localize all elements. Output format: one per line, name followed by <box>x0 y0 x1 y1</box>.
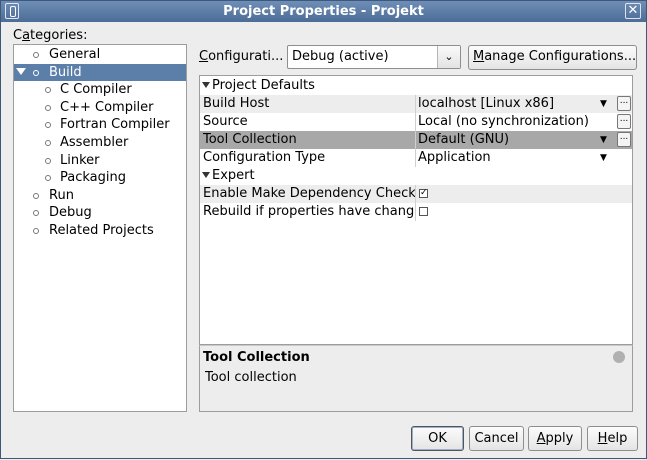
ellipsis-button[interactable]: ... <box>617 96 631 111</box>
configuration-label: Configurati... <box>199 49 284 64</box>
property-name: Rebuild if properties have changed <box>203 204 415 219</box>
tree-node-icon <box>45 104 51 111</box>
chevron-down-icon[interactable]: ⌄ <box>437 46 460 68</box>
categories-label: Categories: <box>13 28 88 43</box>
tree-item-packaging[interactable]: Packaging <box>14 169 186 186</box>
tree-item-label: Debug <box>49 205 92 221</box>
property-name: Enable Make Dependency Checking <box>203 186 415 201</box>
column-divider <box>415 131 416 149</box>
collapse-triangle-icon[interactable] <box>202 172 210 178</box>
tree-item-label: Packaging <box>60 170 126 186</box>
tree-node-icon <box>33 210 39 217</box>
tree-item-assembler[interactable]: Assembler <box>14 134 186 151</box>
ellipsis-button[interactable]: ... <box>617 114 631 129</box>
ok-button[interactable]: OK <box>411 426 464 451</box>
property-row-enable-make-dependency-checking[interactable]: Enable Make Dependency Checking ✓ <box>200 185 632 203</box>
property-value[interactable]: Application <box>418 149 491 167</box>
dialog-body: Categories: General Build C Compiler C++ Co… <box>0 22 647 459</box>
configuration-select[interactable]: Debug (active) ⌄ <box>287 45 461 69</box>
tree-node-icon <box>45 157 51 164</box>
tree-item-label: C Compiler <box>60 82 132 98</box>
section-title: Expert <box>212 168 255 183</box>
manage-configurations-button[interactable]: Manage Configurations... <box>468 45 637 70</box>
configuration-value: Debug (active) <box>292 49 389 64</box>
property-name: Build Host <box>203 96 270 111</box>
description-panel: Tool Collection Tool collection <box>199 345 633 412</box>
tree-item-fortran-compiler[interactable]: Fortran Compiler <box>14 116 186 133</box>
apply-button[interactable]: Apply <box>528 426 582 451</box>
tree-item-label: C++ Compiler <box>60 99 154 115</box>
property-row-rebuild-if-properties-have-changed[interactable]: Rebuild if properties have changed <box>200 203 632 221</box>
ellipsis-button[interactable]: ... <box>617 132 631 147</box>
property-row-source[interactable]: Source Local (no synchronization)... <box>200 113 632 131</box>
tree-item-label: Fortran Compiler <box>60 117 170 133</box>
tree-item-label: Assembler <box>60 135 129 150</box>
tree-item-label: Linker <box>60 152 100 168</box>
tree-item-related-projects[interactable]: Related Projects <box>14 222 186 239</box>
tree-node-icon <box>33 228 39 234</box>
tree-node-icon <box>33 69 39 76</box>
property-name: Tool Collection <box>203 132 297 147</box>
tree-node-icon <box>45 122 51 129</box>
tree-item-linker[interactable]: Linker <box>14 152 186 169</box>
help-icon[interactable] <box>613 351 625 363</box>
column-divider <box>415 113 416 131</box>
property-row-build-host[interactable]: Build Host localhost [Linux x86] ▼... <box>200 95 632 113</box>
property-value[interactable]: Local (no synchronization) <box>418 113 589 131</box>
tree-item-label: Build <box>49 64 82 80</box>
property-name: Configuration Type <box>203 150 326 165</box>
column-divider <box>415 185 416 203</box>
tree-node-icon <box>33 52 39 58</box>
tree-node-icon <box>45 140 51 146</box>
column-divider <box>415 203 416 221</box>
section-header-project-defaults[interactable]: Project Defaults <box>200 77 632 95</box>
tree-item-c-compiler[interactable]: C++ Compiler <box>14 99 186 116</box>
description-text: Tool collection <box>205 370 297 385</box>
property-sheet[interactable]: Project Defaults Build Host localhost [Lin… <box>199 75 633 345</box>
tree-node-icon <box>45 87 51 94</box>
dropdown-arrow-icon[interactable]: ▼ <box>600 95 607 113</box>
cancel-button[interactable]: Cancel <box>469 426 524 451</box>
description-title: Tool Collection <box>203 350 310 365</box>
tree-item-general[interactable]: General <box>14 46 186 63</box>
column-divider <box>415 95 416 113</box>
categories-tree[interactable]: General Build C Compiler C++ Compiler Fortra… <box>13 44 187 412</box>
tree-node-icon <box>33 192 39 199</box>
help-button[interactable]: Help <box>587 426 638 451</box>
dropdown-arrow-icon[interactable]: ▼ <box>600 131 607 149</box>
window-title: Project Properties - Projekt <box>223 4 424 19</box>
tree-item-label: Run <box>49 187 74 203</box>
tree-item-run[interactable]: Run <box>14 187 186 204</box>
dropdown-arrow-icon[interactable]: ▼ <box>600 149 607 167</box>
section-title: Project Defaults <box>212 78 315 93</box>
property-checkbox[interactable] <box>419 207 428 216</box>
tree-item-build[interactable]: Build <box>14 63 186 81</box>
property-value[interactable]: Default (GNU) <box>418 131 509 149</box>
tree-item-c-compiler[interactable]: C Compiler <box>14 81 186 98</box>
property-name: Source <box>203 114 248 129</box>
tree-item-label: Related Projects <box>49 223 154 238</box>
property-value[interactable]: localhost [Linux x86] <box>418 95 554 113</box>
tree-node-icon <box>45 175 51 182</box>
collapse-triangle-icon[interactable] <box>202 82 210 88</box>
property-row-configuration-type[interactable]: Configuration Type Application ▼ <box>200 149 632 167</box>
expand-triangle-icon[interactable] <box>16 67 26 75</box>
tree-item-label: General <box>49 47 101 62</box>
property-checkbox[interactable]: ✓ <box>419 189 428 198</box>
property-row-tool-collection[interactable]: Tool Collection Default (GNU) ▼... <box>200 131 632 149</box>
section-header-expert[interactable]: Expert <box>200 167 632 185</box>
close-button[interactable]: ✕ <box>625 3 641 19</box>
column-divider <box>415 149 416 167</box>
tree-item-debug[interactable]: Debug <box>14 204 186 221</box>
title-bar[interactable]: Project Properties - Projekt ✕ <box>0 0 647 23</box>
